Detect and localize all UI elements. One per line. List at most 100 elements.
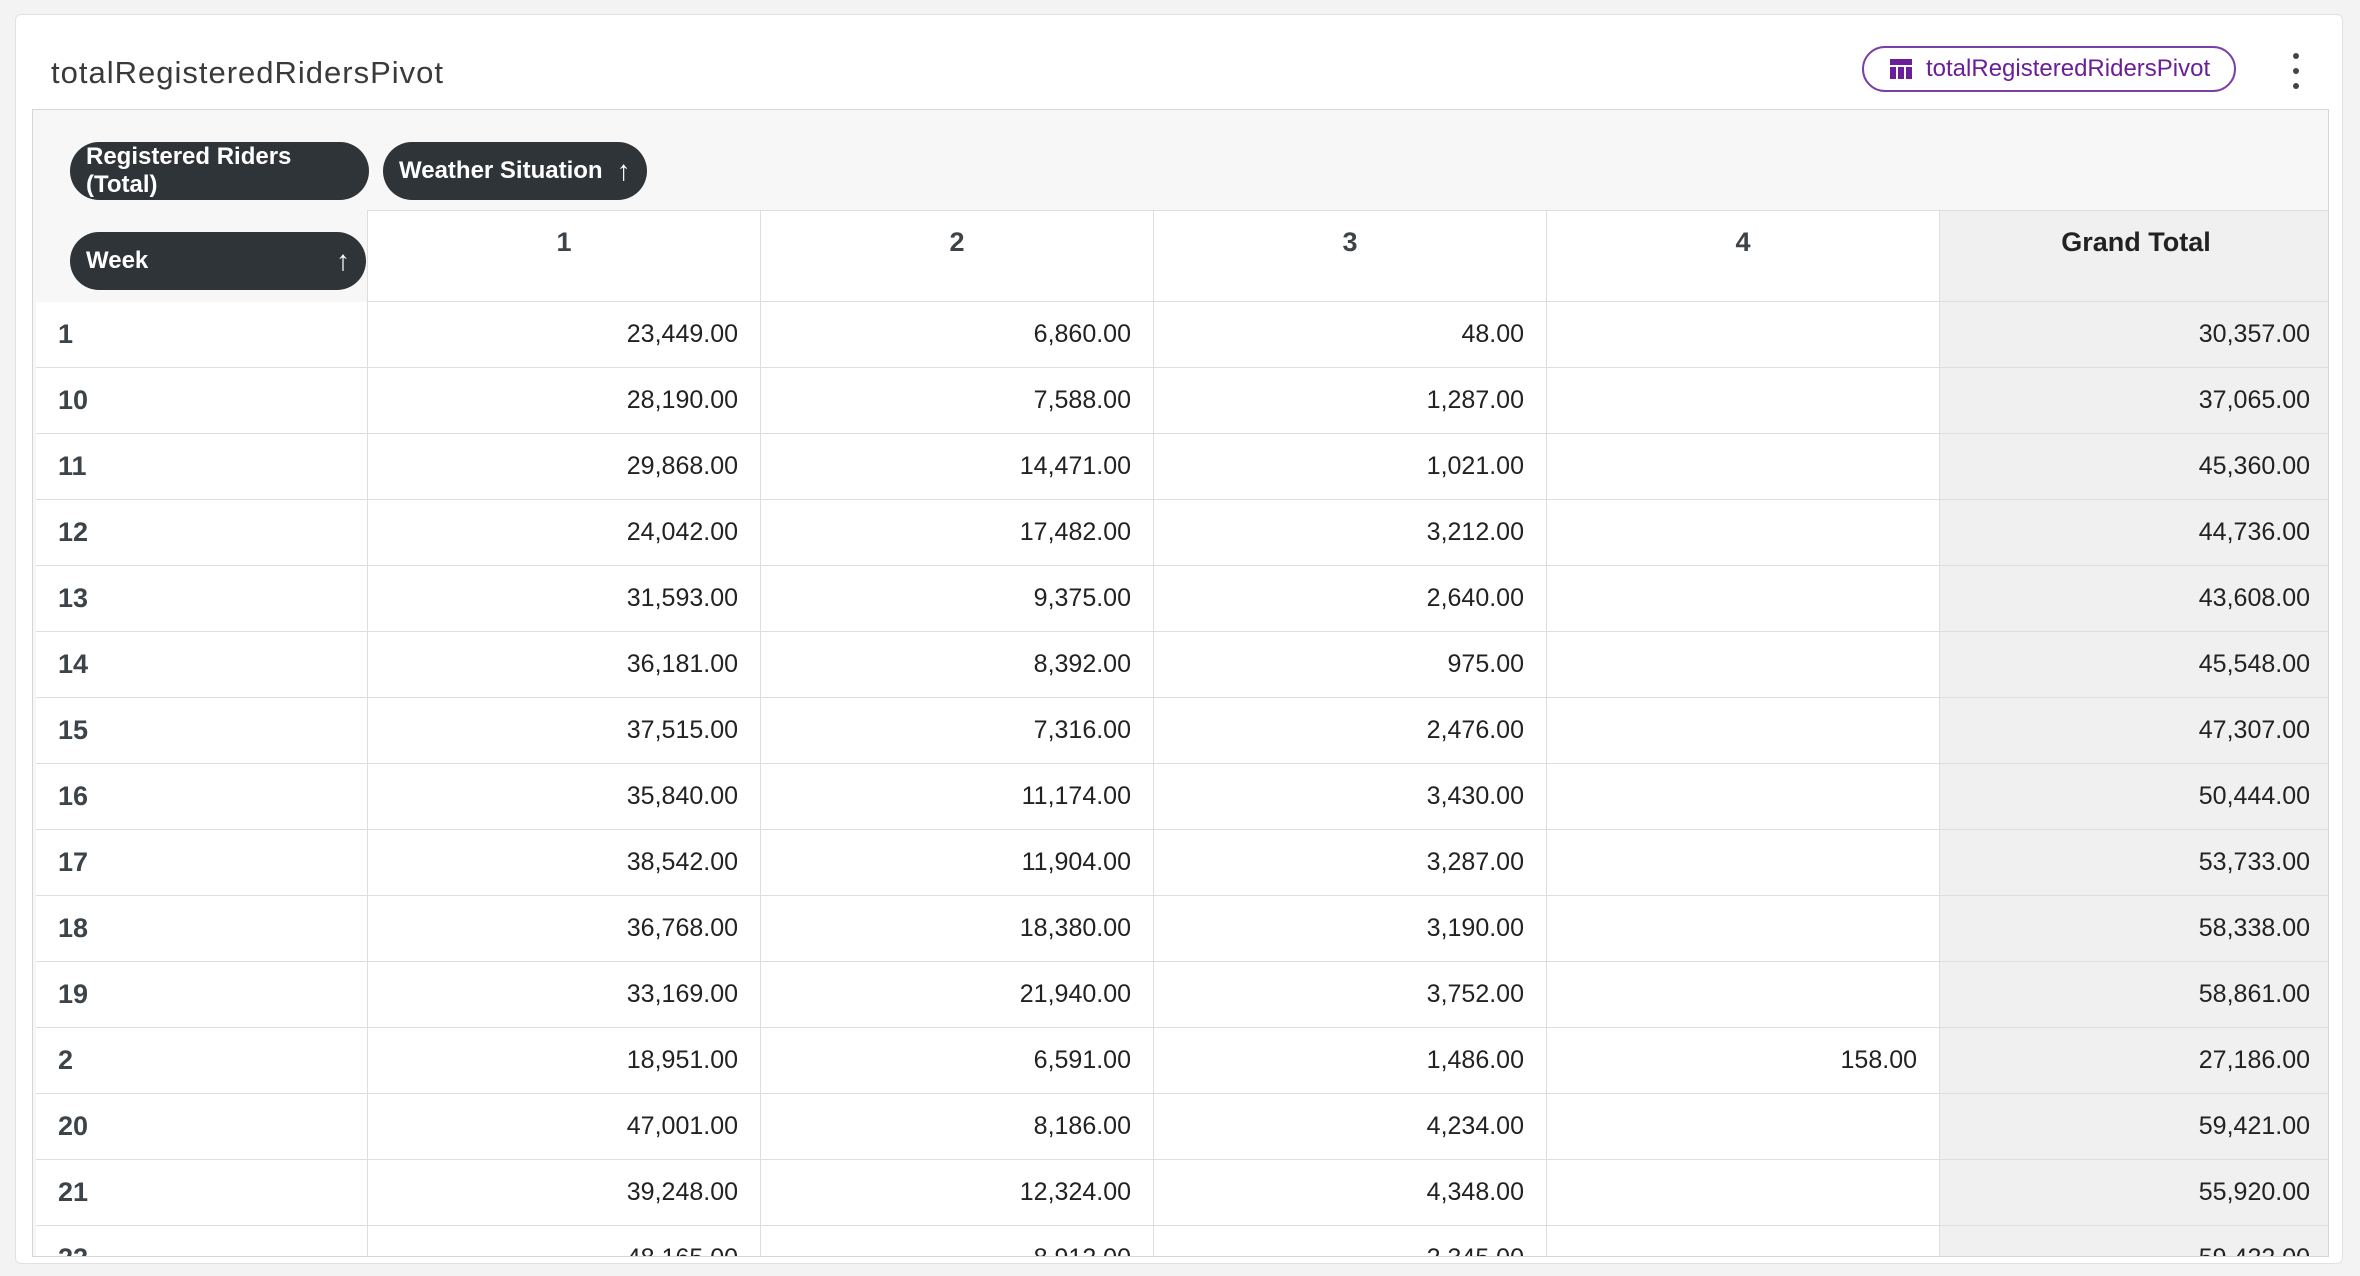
value-cell: 48.00 xyxy=(1154,302,1547,368)
column-pill-label: Weather Situation xyxy=(399,157,603,184)
table-row: 10 28,190.00 7,588.00 1,287.00 37,065.00 xyxy=(36,368,2328,434)
value-cell xyxy=(1547,1094,1940,1160)
value-cell: 3,212.00 xyxy=(1154,500,1547,566)
measure-pill[interactable]: Registered Riders (Total) xyxy=(70,142,369,200)
table-row: 20 47,001.00 8,186.00 4,234.00 59,421.00 xyxy=(36,1094,2328,1160)
grand-total-cell: 45,548.00 xyxy=(1940,632,2328,698)
table-row: 19 33,169.00 21,940.00 3,752.00 58,861.00 xyxy=(36,962,2328,1028)
grand-total-cell: 59,422.00 xyxy=(1940,1226,2328,1256)
table-row: 14 36,181.00 8,392.00 975.00 45,548.00 xyxy=(36,632,2328,698)
value-cell: 8,392.00 xyxy=(761,632,1154,698)
value-cell xyxy=(1547,830,1940,896)
column-header[interactable]: 2 xyxy=(761,210,1154,302)
value-cell xyxy=(1547,368,1940,434)
row-header: 21 xyxy=(36,1160,368,1226)
value-cell: 1,486.00 xyxy=(1154,1028,1547,1094)
value-cell xyxy=(1547,896,1940,962)
value-cell: 1,021.00 xyxy=(1154,434,1547,500)
table-row: 17 38,542.00 11,904.00 3,287.00 53,733.00 xyxy=(36,830,2328,896)
value-cell xyxy=(1547,632,1940,698)
column-header[interactable]: 4 xyxy=(1547,210,1940,302)
value-cell: 48,165.00 xyxy=(368,1226,761,1256)
value-cell: 3,752.00 xyxy=(1154,962,1547,1028)
grand-total-cell: 53,733.00 xyxy=(1940,830,2328,896)
value-cell: 33,169.00 xyxy=(368,962,761,1028)
value-cell: 2,476.00 xyxy=(1154,698,1547,764)
table-row: 2 18,951.00 6,591.00 1,486.00 158.00 27,186.0… xyxy=(36,1028,2328,1094)
column-header[interactable]: 3 xyxy=(1154,210,1547,302)
value-cell: 31,593.00 xyxy=(368,566,761,632)
value-cell: 11,904.00 xyxy=(761,830,1154,896)
row-header: 14 xyxy=(36,632,368,698)
value-cell: 38,542.00 xyxy=(368,830,761,896)
value-cell xyxy=(1547,500,1940,566)
value-cell: 8,912.00 xyxy=(761,1226,1154,1256)
value-cell: 36,181.00 xyxy=(368,632,761,698)
measure-pill-label: Registered Riders (Total) xyxy=(86,143,292,198)
value-cell: 3,287.00 xyxy=(1154,830,1547,896)
value-cell xyxy=(1547,1160,1940,1226)
row-header: 22 xyxy=(36,1226,368,1256)
value-cell: 11,174.00 xyxy=(761,764,1154,830)
value-cell: 8,186.00 xyxy=(761,1094,1154,1160)
row-header: 10 xyxy=(36,368,368,434)
value-cell: 24,042.00 xyxy=(368,500,761,566)
value-cell xyxy=(1547,764,1940,830)
grand-total-cell: 47,307.00 xyxy=(1940,698,2328,764)
value-cell: 21,940.00 xyxy=(761,962,1154,1028)
more-vert-icon[interactable] xyxy=(2286,53,2306,89)
value-cell: 18,380.00 xyxy=(761,896,1154,962)
grand-total-cell: 59,421.00 xyxy=(1940,1094,2328,1160)
value-cell: 14,471.00 xyxy=(761,434,1154,500)
value-cell: 6,591.00 xyxy=(761,1028,1154,1094)
value-cell: 23,449.00 xyxy=(368,302,761,368)
row-header: 11 xyxy=(36,434,368,500)
value-cell: 29,868.00 xyxy=(368,434,761,500)
sort-ascending-icon[interactable]: ↑ xyxy=(617,155,631,187)
table-row: 15 37,515.00 7,316.00 2,476.00 47,307.00 xyxy=(36,698,2328,764)
grand-total-cell: 43,608.00 xyxy=(1940,566,2328,632)
value-cell xyxy=(1547,962,1940,1028)
value-cell: 39,248.00 xyxy=(368,1160,761,1226)
value-cell: 2,345.00 xyxy=(1154,1226,1547,1256)
grand-total-cell: 58,338.00 xyxy=(1940,896,2328,962)
row-header: 17 xyxy=(36,830,368,896)
value-cell: 37,515.00 xyxy=(368,698,761,764)
table-row: 21 39,248.00 12,324.00 4,348.00 55,920.00 xyxy=(36,1160,2328,1226)
value-cell: 975.00 xyxy=(1154,632,1547,698)
value-cell xyxy=(1547,434,1940,500)
table-icon xyxy=(1890,59,1912,79)
value-cell: 7,588.00 xyxy=(761,368,1154,434)
row-pill-week[interactable]: Week ↑ xyxy=(70,232,366,290)
pivot-card: totalRegisteredRidersPivot totalRegister… xyxy=(15,14,2343,1264)
pivot-table: 1 2 3 4 Grand Total 1 23,449.00 6,860.00 48.00 30… xyxy=(32,109,2329,1257)
table-row: 16 35,840.00 11,174.00 3,430.00 50,444.00 xyxy=(36,764,2328,830)
column-pill-weather-situation[interactable]: Weather Situation ↑ xyxy=(383,142,647,200)
table-row: 13 31,593.00 9,375.00 2,640.00 43,608.00 xyxy=(36,566,2328,632)
row-header: 1 xyxy=(36,302,368,368)
row-header: 18 xyxy=(36,896,368,962)
sort-ascending-icon[interactable]: ↑ xyxy=(336,245,350,277)
value-cell xyxy=(1547,302,1940,368)
value-cell: 36,768.00 xyxy=(368,896,761,962)
value-cell xyxy=(1547,1226,1940,1256)
row-header: 19 xyxy=(36,962,368,1028)
pivot-header-row: 1 2 3 4 Grand Total xyxy=(36,210,2328,302)
grand-total-cell: 27,186.00 xyxy=(1940,1028,2328,1094)
card-title: totalRegisteredRidersPivot xyxy=(51,55,445,90)
row-pill-label: Week xyxy=(86,247,149,274)
value-cell: 4,234.00 xyxy=(1154,1094,1547,1160)
value-cell xyxy=(1547,698,1940,764)
value-cell: 7,316.00 xyxy=(761,698,1154,764)
row-header: 16 xyxy=(36,764,368,830)
column-header[interactable]: 1 xyxy=(368,210,761,302)
grand-total-cell: 44,736.00 xyxy=(1940,500,2328,566)
value-cell: 4,348.00 xyxy=(1154,1160,1547,1226)
value-cell: 6,860.00 xyxy=(761,302,1154,368)
row-header: 15 xyxy=(36,698,368,764)
value-cell: 28,190.00 xyxy=(368,368,761,434)
table-row: 11 29,868.00 14,471.00 1,021.00 45,360.00 xyxy=(36,434,2328,500)
column-header-grand-total[interactable]: Grand Total xyxy=(1940,210,2328,302)
dataset-chip[interactable]: totalRegisteredRidersPivot xyxy=(1862,46,2236,92)
grand-total-cell: 55,920.00 xyxy=(1940,1160,2328,1226)
